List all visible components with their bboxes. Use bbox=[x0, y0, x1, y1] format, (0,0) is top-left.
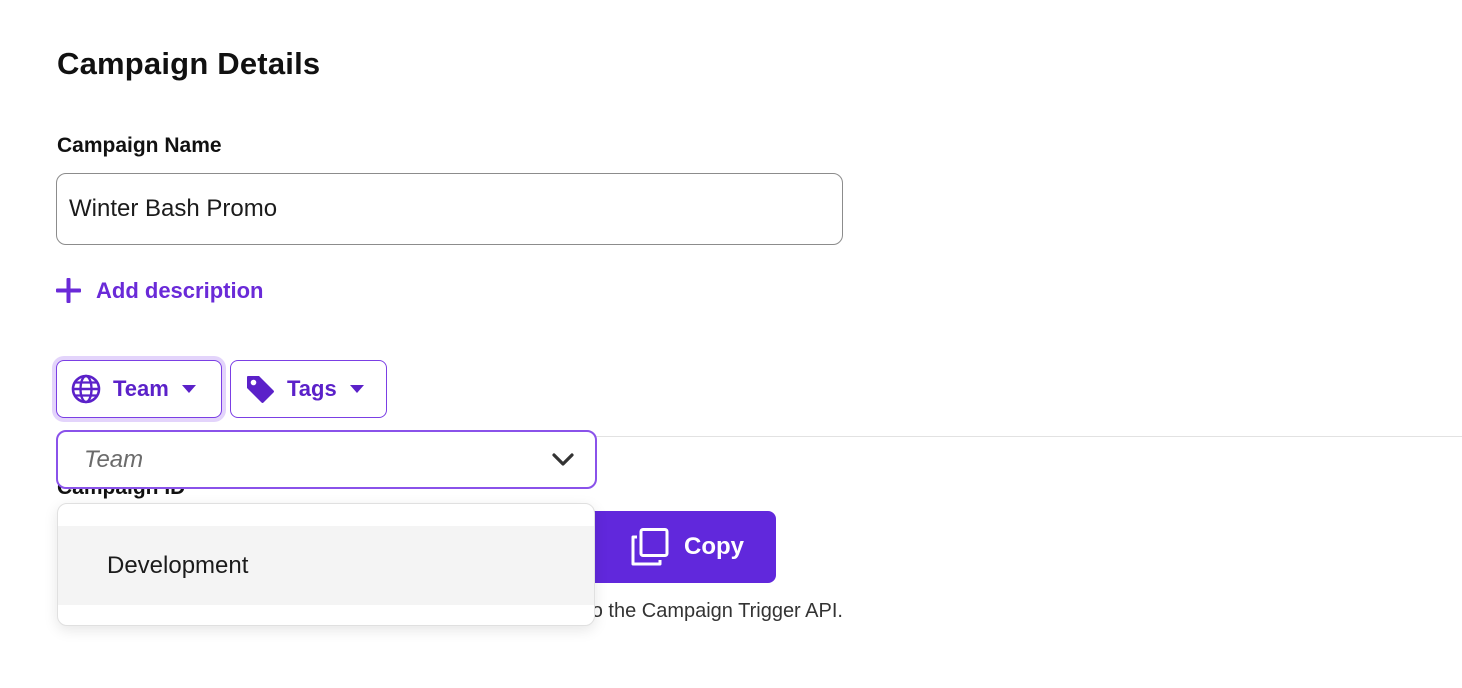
copy-icon bbox=[630, 527, 670, 567]
campaign-details-page: Campaign Details Campaign Name Add descr… bbox=[0, 0, 1462, 688]
plus-icon bbox=[55, 277, 82, 304]
caret-down-icon bbox=[349, 384, 365, 394]
team-filter-button[interactable]: Team bbox=[56, 360, 222, 418]
team-dropdown-menu: Development bbox=[57, 503, 595, 626]
team-select[interactable]: Team bbox=[56, 430, 597, 489]
add-description-button[interactable]: Add description bbox=[55, 277, 263, 304]
team-option-development[interactable]: Development bbox=[58, 526, 594, 605]
campaign-name-label: Campaign Name bbox=[57, 134, 222, 157]
copy-button-label: Copy bbox=[684, 533, 744, 560]
add-description-label: Add description bbox=[96, 277, 264, 303]
tags-filter-label: Tags bbox=[287, 376, 337, 401]
campaign-name-input[interactable] bbox=[56, 173, 843, 245]
chevron-down-icon bbox=[551, 452, 575, 468]
caret-down-icon bbox=[181, 384, 197, 394]
tags-filter-button[interactable]: Tags bbox=[230, 360, 387, 418]
section-divider bbox=[596, 436, 1462, 437]
page-title: Campaign Details bbox=[57, 46, 321, 81]
team-select-placeholder: Team bbox=[84, 445, 144, 473]
tag-icon bbox=[245, 374, 275, 404]
team-filter-label: Team bbox=[113, 376, 169, 401]
globe-icon bbox=[71, 374, 101, 404]
